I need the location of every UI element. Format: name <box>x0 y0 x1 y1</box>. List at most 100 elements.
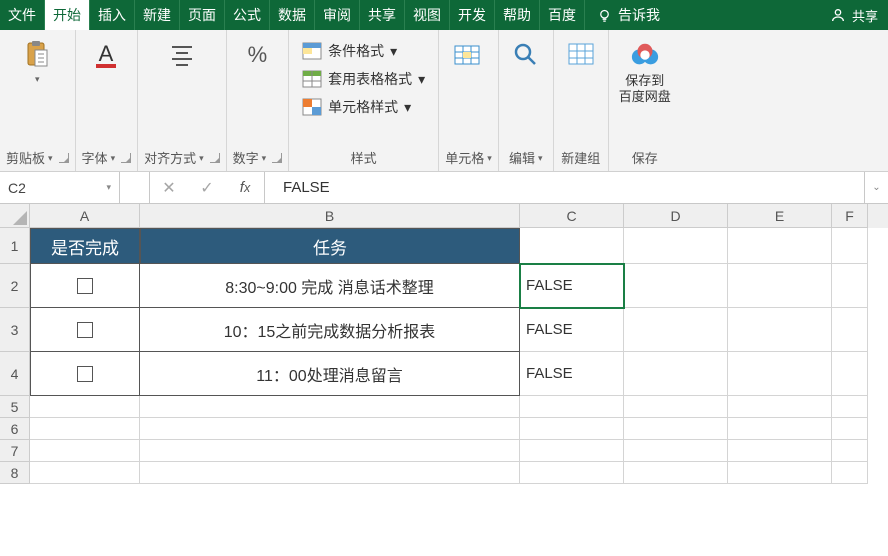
cell[interactable] <box>30 418 140 440</box>
row-header[interactable]: 1 <box>0 228 30 264</box>
cell[interactable] <box>520 462 624 484</box>
col-header-b[interactable]: B <box>140 204 520 228</box>
cell[interactable] <box>832 440 868 462</box>
cell[interactable] <box>832 396 868 418</box>
cell[interactable] <box>624 396 728 418</box>
cell-e3[interactable] <box>728 308 832 352</box>
row-header[interactable]: 3 <box>0 308 30 352</box>
cell-d4[interactable] <box>624 352 728 396</box>
cell[interactable] <box>140 462 520 484</box>
cell-d2[interactable] <box>624 264 728 308</box>
cell-d3[interactable] <box>624 308 728 352</box>
cancel-formula-button[interactable]: ✕ <box>150 178 188 198</box>
tab-formula[interactable]: 公式 <box>225 0 270 30</box>
cells-button[interactable] <box>447 38 489 72</box>
cell-f3[interactable] <box>832 308 868 352</box>
cell[interactable] <box>520 418 624 440</box>
cell-c3[interactable]: FALSE <box>520 308 624 352</box>
cell-e4[interactable] <box>728 352 832 396</box>
cell-a3[interactable] <box>30 308 140 352</box>
checkbox[interactable] <box>77 366 93 382</box>
row-header[interactable]: 6 <box>0 418 30 440</box>
name-box[interactable]: C2 ▾ <box>0 172 120 203</box>
row-header[interactable]: 5 <box>0 396 30 418</box>
cell[interactable] <box>140 396 520 418</box>
newgroup-button[interactable] <box>560 38 602 72</box>
cell-b2[interactable]: 8:30~9:00 完成 消息话术整理 <box>140 264 520 308</box>
paste-button[interactable]: ▾ <box>16 38 58 87</box>
dialog-launcher-icon[interactable] <box>121 153 131 163</box>
cell-f4[interactable] <box>832 352 868 396</box>
tab-new[interactable]: 新建 <box>135 0 180 30</box>
cell[interactable] <box>520 396 624 418</box>
cell[interactable] <box>832 462 868 484</box>
cell-b1[interactable]: 任务 <box>140 228 520 264</box>
tab-dev[interactable]: 开发 <box>450 0 495 30</box>
tab-home[interactable]: 开始 <box>45 0 90 30</box>
cell[interactable] <box>624 462 728 484</box>
cell-a2[interactable] <box>30 264 140 308</box>
cell[interactable] <box>728 418 832 440</box>
tab-help[interactable]: 帮助 <box>495 0 540 30</box>
cell-a1[interactable]: 是否完成 <box>30 228 140 264</box>
cell[interactable] <box>624 418 728 440</box>
row-header[interactable]: 4 <box>0 352 30 396</box>
cell-d1[interactable] <box>624 228 728 264</box>
select-all-button[interactable] <box>0 204 30 228</box>
cell[interactable] <box>520 440 624 462</box>
editing-button[interactable] <box>505 38 547 72</box>
number-button[interactable]: % <box>236 38 278 72</box>
tab-file[interactable]: 文件 <box>0 0 45 30</box>
conditional-format-button[interactable]: 条件格式▾ <box>300 40 427 62</box>
cell-a4[interactable] <box>30 352 140 396</box>
cell-f2[interactable] <box>832 264 868 308</box>
cell-b4[interactable]: 11：00处理消息留言 <box>140 352 520 396</box>
save-baidu-button[interactable]: 保存到 百度网盘 <box>615 38 675 108</box>
expand-formula-button[interactable]: ⌄ <box>864 172 888 203</box>
font-button[interactable]: A <box>85 38 127 72</box>
cell-f1[interactable] <box>832 228 868 264</box>
cell[interactable] <box>140 418 520 440</box>
cell-c1[interactable] <box>520 228 624 264</box>
cell[interactable] <box>30 396 140 418</box>
dialog-launcher-icon[interactable] <box>272 153 282 163</box>
row-header[interactable]: 2 <box>0 264 30 308</box>
tab-review[interactable]: 审阅 <box>315 0 360 30</box>
col-header-d[interactable]: D <box>624 204 728 228</box>
cell-e2[interactable] <box>728 264 832 308</box>
checkbox[interactable] <box>77 278 93 294</box>
col-header-c[interactable]: C <box>520 204 624 228</box>
row-header[interactable]: 7 <box>0 440 30 462</box>
cell-c4[interactable]: FALSE <box>520 352 624 396</box>
accept-formula-button[interactable]: ✓ <box>188 178 226 198</box>
formula-input[interactable]: FALSE <box>265 172 864 203</box>
cell-c2[interactable]: FALSE <box>520 264 624 308</box>
row-header[interactable]: 8 <box>0 462 30 484</box>
fx-button[interactable]: fx <box>226 179 264 196</box>
cell[interactable] <box>624 440 728 462</box>
tab-share[interactable]: 共享 <box>360 0 405 30</box>
cell-style-button[interactable]: 单元格样式▾ <box>300 96 427 118</box>
dialog-launcher-icon[interactable] <box>59 153 69 163</box>
tab-page[interactable]: 页面 <box>180 0 225 30</box>
table-format-button[interactable]: 套用表格格式▾ <box>300 68 427 90</box>
tab-insert[interactable]: 插入 <box>90 0 135 30</box>
cell[interactable] <box>728 396 832 418</box>
col-header-e[interactable]: E <box>728 204 832 228</box>
cell[interactable] <box>140 440 520 462</box>
cell[interactable] <box>30 440 140 462</box>
share-button[interactable]: 共享 <box>820 0 888 30</box>
cell[interactable] <box>832 418 868 440</box>
tab-view[interactable]: 视图 <box>405 0 450 30</box>
cell[interactable] <box>728 462 832 484</box>
checkbox[interactable] <box>77 322 93 338</box>
col-header-a[interactable]: A <box>30 204 140 228</box>
cell[interactable] <box>30 462 140 484</box>
tab-data[interactable]: 数据 <box>270 0 315 30</box>
col-header-f[interactable]: F <box>832 204 868 228</box>
cell[interactable] <box>728 440 832 462</box>
align-button[interactable] <box>161 38 203 72</box>
tab-baidu[interactable]: 百度 <box>540 0 585 30</box>
cell-b3[interactable]: 10：15之前完成数据分析报表 <box>140 308 520 352</box>
cell-e1[interactable] <box>728 228 832 264</box>
